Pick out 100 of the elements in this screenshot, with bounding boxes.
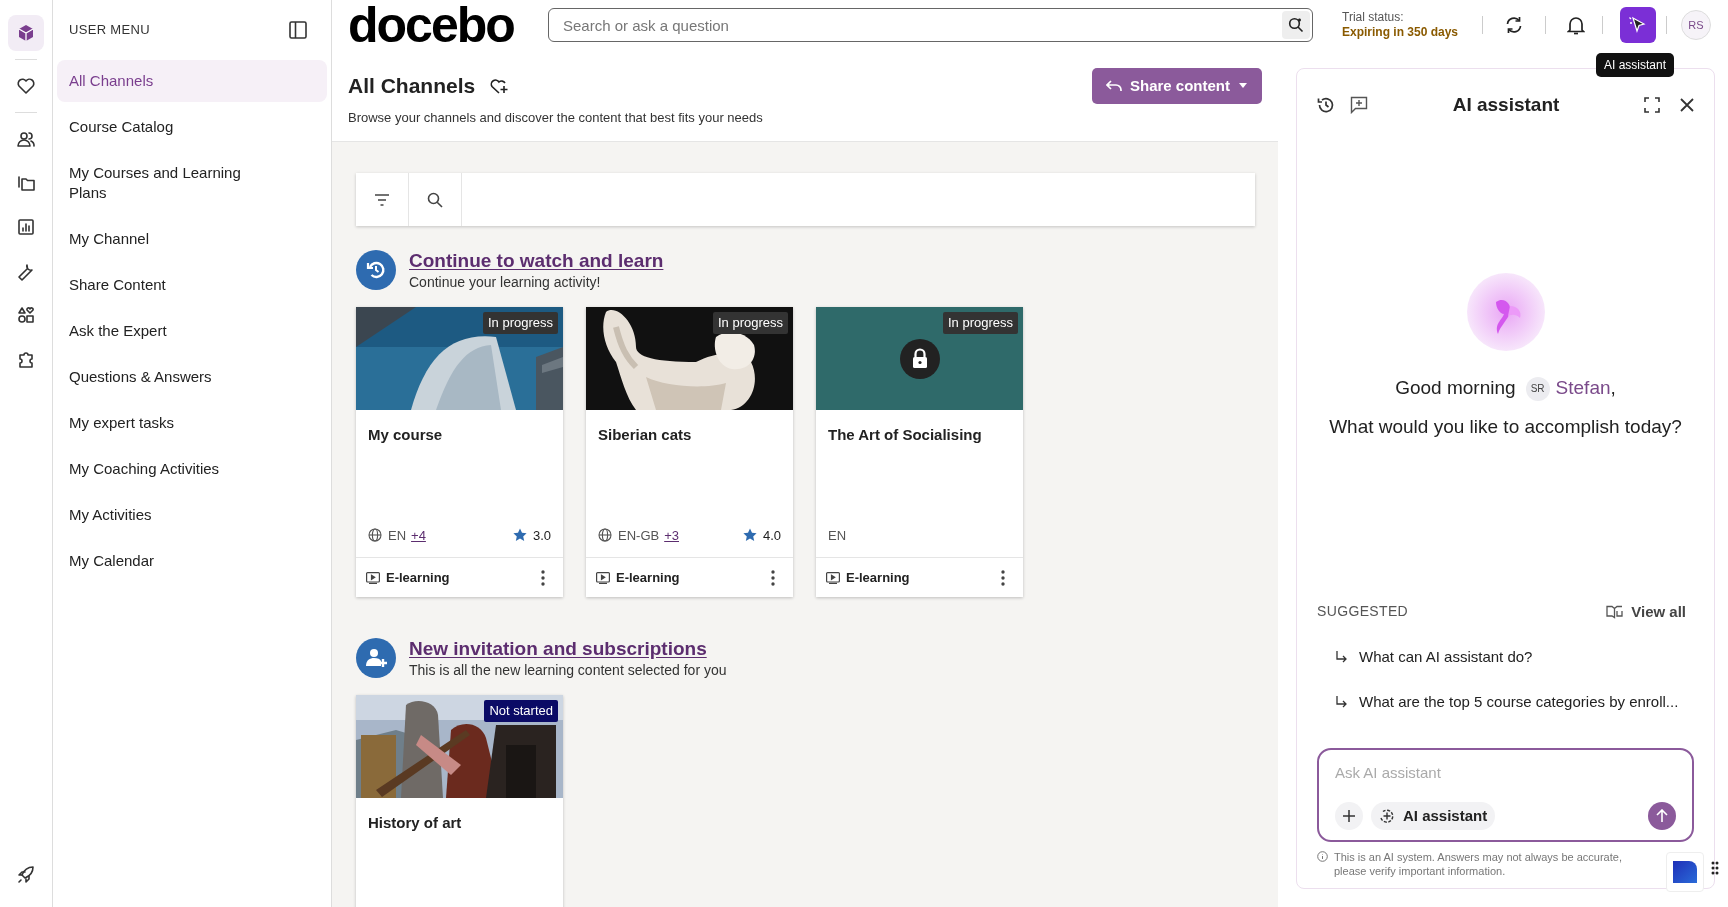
search-icon [427,191,443,208]
menu-item[interactable]: My Calendar [57,540,327,582]
tooltip: AI assistant [1596,53,1675,77]
panel-title: AI assistant [1451,92,1561,117]
ask-input-field[interactable]: Ask AI assistant AI assistant [1317,748,1694,842]
suggestion-item[interactable]: What can AI assistant do? [1317,635,1694,680]
heart-plus-icon[interactable] [489,77,510,95]
video-icon [366,571,380,584]
folders-icon [16,173,36,193]
return-arrow-icon [1335,695,1347,708]
content-type-label: E-learning [386,568,450,587]
section-title-link[interactable]: New invitation and subscriptions [409,637,707,661]
menu-item[interactable]: My Courses and Learning Plans [57,152,327,214]
card-title: The Art of Socialising [828,425,983,445]
course-card[interactable]: In progress Siberian cats EN-GB +3 4.0 E-learning [586,307,793,597]
cube-icon [16,23,36,43]
suggested-heading: SUGGESTED [1317,602,1409,622]
sync-icon [1504,15,1524,35]
user-avatar[interactable]: RS [1681,10,1711,40]
user-add-icon [356,638,396,678]
globe-icon [598,528,612,543]
card-title: My course [368,425,444,445]
search-field[interactable]: Search or ask a question [548,8,1313,42]
nav-rail-button[interactable] [8,15,44,51]
menu-item[interactable]: Questions & Answers [57,356,327,398]
info-icon [1317,851,1328,862]
close-icon[interactable] [1680,98,1694,112]
section-subtitle: Continue your learning activity! [409,273,602,291]
puzzle-icon [16,349,36,369]
caret-icon [1238,83,1248,89]
more-languages-link[interactable]: +3 [664,525,679,545]
content-type-label: E-learning [616,568,680,587]
course-card[interactable]: In progress The Art of Socialising EN E-learning [816,307,1023,597]
rating-value: 3.0 [532,526,551,545]
logo[interactable]: docebo [348,0,532,50]
ai-assistant-button[interactable] [1620,7,1656,43]
section-subtitle: This is all the new learning content selected for you [409,661,727,679]
more-options-icon[interactable] [771,569,775,586]
language-label: EN [828,526,847,545]
rocket-icon [16,865,36,885]
search-icon [1288,17,1304,33]
heart-icon [16,76,36,96]
status-badge: In progress [712,312,788,334]
menu-item[interactable]: My Activities [57,494,327,536]
lock-icon [899,338,940,379]
search-button[interactable] [1282,11,1310,39]
add-button[interactable] [1335,802,1363,830]
user-name: Stefan [1555,376,1611,401]
ai-orb-icon [1465,272,1546,353]
expand-icon[interactable] [1644,97,1660,113]
star-icon [512,528,527,543]
history-icon[interactable] [1317,96,1335,114]
menu-item[interactable]: My Coaching Activities [57,448,327,490]
new-chat-icon[interactable] [1350,96,1368,114]
menu-item[interactable]: Course Catalog [57,106,327,148]
course-card[interactable]: In progress My course EN +4 3.0 E-learning [356,307,563,597]
history-icon [356,250,396,290]
status-badge: Not started [484,700,558,722]
filter-icon [374,193,390,206]
send-button[interactable] [1648,802,1676,830]
help-widget[interactable] [1666,852,1704,892]
more-options-icon[interactable] [1001,569,1005,586]
rating-value: 4.0 [762,526,781,545]
view-all-button[interactable]: View all [1606,600,1686,623]
return-arrow-icon [1335,651,1347,664]
language-label: EN [388,526,407,545]
menu-item[interactable]: My Channel [57,218,327,260]
card-title: History of art [368,813,463,833]
menu-item[interactable]: My expert tasks [57,402,327,444]
mode-chip[interactable]: AI assistant [1371,802,1496,830]
content-type-label: E-learning [846,568,910,587]
more-languages-link[interactable]: +4 [411,525,426,545]
trial-status-label: Trial status: [1342,10,1405,25]
more-options-icon[interactable] [541,569,545,586]
cursor-sparkle-icon [1628,15,1648,35]
video-icon [826,571,840,584]
bell-icon [1567,15,1585,35]
video-icon [596,571,610,584]
question-text: What would you like to accomplish today? [1329,414,1682,439]
greeting-text: Good morning [1395,376,1516,401]
card-title: Siberian cats [598,425,693,445]
people-icon [16,129,36,149]
share-content-button[interactable]: Share content [1091,68,1262,104]
sidebar-toggle-icon[interactable] [289,21,307,39]
section-title-link[interactable]: Continue to watch and learn [409,249,664,273]
page-title: All Channels [348,73,476,100]
menu-item[interactable]: All Channels [57,60,327,102]
trial-status-value: Expiring in 350 days [1342,25,1460,40]
menu-item[interactable]: Share Content [57,264,327,306]
page-subtitle: Browse your channels and discover the content that best fits your needs [348,109,764,127]
suggestion-item[interactable]: What are the top 5 course categories by enroll... [1317,679,1694,724]
menu-item[interactable]: Ask the Expert [57,310,327,352]
language-label: EN-GB [618,526,660,545]
user-initials-badge: SR [1525,376,1550,401]
shapes-icon [16,305,36,325]
drag-handle-icon[interactable] [1711,861,1719,875]
plus-icon [1343,810,1355,822]
course-card[interactable]: Not started History of art [356,695,563,907]
book-icon [1606,604,1624,619]
reply-icon [1105,80,1122,92]
